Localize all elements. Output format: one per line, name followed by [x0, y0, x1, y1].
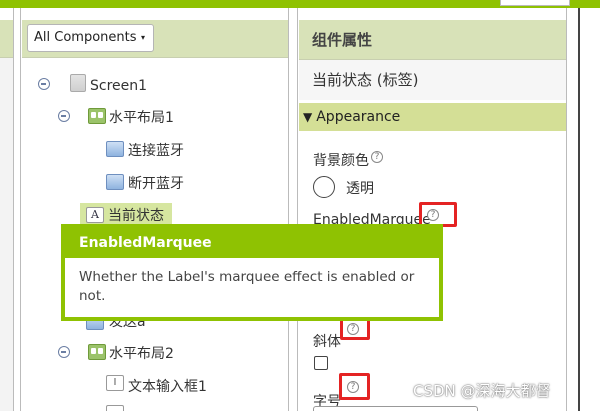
help-tooltip: EnabledMarquee Whether the Label's marqu… — [61, 224, 443, 321]
tree-item-disconnect-bluetooth[interactable]: 断开蓝牙 — [128, 173, 184, 195]
help-icon[interactable]: ? — [427, 209, 439, 221]
collapse-toggle-icon[interactable] — [58, 346, 70, 358]
panel-divider — [566, 8, 578, 411]
window-edge — [578, 8, 600, 411]
tree-item-connect-bluetooth[interactable]: 连接蓝牙 — [128, 140, 184, 162]
textbox-icon — [106, 405, 124, 411]
palette-panel-header — [0, 20, 13, 58]
font-size-input[interactable] — [313, 406, 478, 411]
tree-item-screen1[interactable]: Screen1 — [90, 75, 147, 97]
collapse-toggle-icon[interactable] — [38, 78, 50, 90]
all-components-dropdown[interactable]: All Components ▾ — [27, 24, 154, 52]
help-icon[interactable]: ? — [347, 323, 359, 335]
panel-divider — [13, 8, 21, 411]
tooltip-title: EnabledMarquee — [65, 228, 439, 258]
tree-item-textbox-1[interactable]: 文本输入框1 — [128, 376, 207, 398]
italic-checkbox[interactable] — [314, 356, 328, 370]
background-color-value: 透明 — [346, 181, 374, 197]
property-background-color: 背景颜色? — [313, 150, 383, 170]
section-title: Appearance — [316, 109, 401, 125]
appearance-section-header[interactable]: ▼ Appearance — [299, 103, 566, 131]
label-icon: A — [86, 207, 104, 223]
screen-icon — [70, 74, 86, 92]
color-swatch[interactable] — [313, 176, 335, 198]
horizontal-layout-icon — [88, 108, 106, 124]
button-icon — [106, 174, 124, 190]
textbox-icon: I — [106, 375, 124, 391]
palette-panel — [0, 58, 13, 411]
watermark: CSDN @深海大都督 — [413, 382, 551, 400]
tree-item-horizontal-layout-2[interactable]: 水平布局2 — [109, 343, 174, 365]
property-italic-label: 斜体 — [313, 334, 341, 350]
horizontal-layout-icon — [88, 344, 106, 360]
dropdown-label: All Components — [34, 30, 137, 45]
tree-item-horizontal-layout-1[interactable]: 水平布局1 — [109, 107, 174, 129]
panel-divider — [288, 8, 298, 411]
help-icon[interactable]: ? — [371, 151, 383, 163]
highlight-box: ? — [339, 373, 370, 400]
property-label: 背景颜色 — [313, 153, 369, 169]
properties-panel-title: 组件属性 — [299, 20, 566, 60]
tooltip-body: Whether the Label's marquee effect is en… — [79, 269, 415, 304]
top-right-control[interactable] — [500, 0, 570, 6]
chevron-down-icon: ▾ — [140, 33, 145, 42]
selected-component-name: 当前状态 (标签) — [299, 60, 566, 100]
help-icon[interactable]: ? — [347, 381, 359, 393]
button-icon — [106, 141, 124, 157]
collapse-arrow-icon: ▼ — [303, 110, 313, 124]
collapse-toggle-icon[interactable] — [58, 110, 70, 122]
